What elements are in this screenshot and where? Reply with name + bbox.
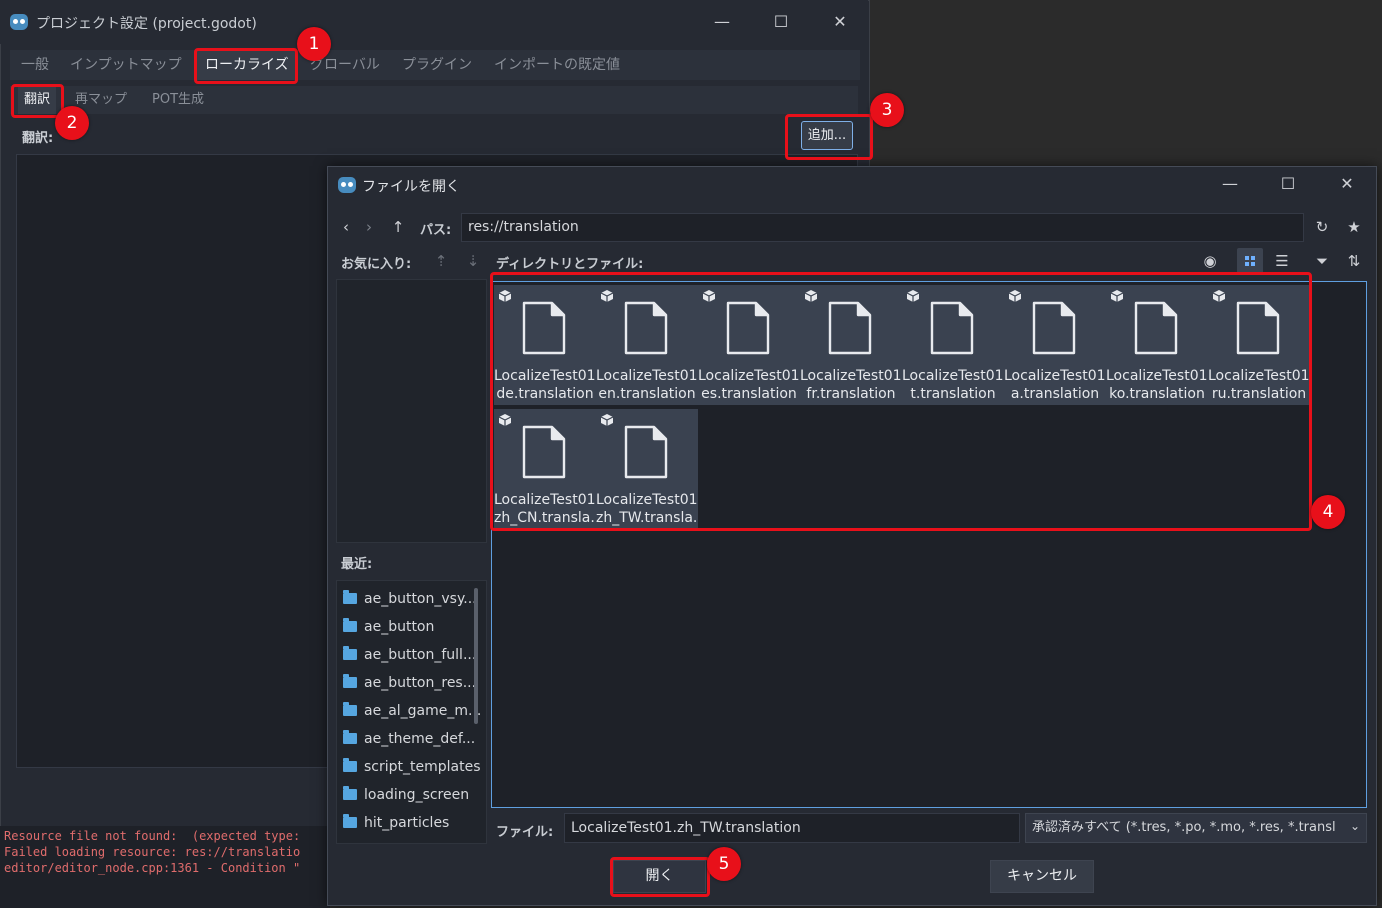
recent-item[interactable]: ae_button_vsy... — [343, 588, 477, 610]
cancel-button[interactable]: キャンセル — [990, 860, 1094, 893]
godot-logo-icon — [338, 177, 356, 193]
subtab-pot-generation[interactable]: POT生成 — [152, 86, 204, 114]
highlight-localization-tab — [194, 48, 298, 84]
recent-item[interactable]: ae_al_game_m... — [343, 700, 481, 722]
godot-logo-icon — [10, 14, 28, 30]
recent-item-label: ae_theme_def... — [364, 731, 476, 747]
favorites-label: お気に入り: — [341, 257, 412, 272]
console-line: Resource file not found: (expected type: — [4, 829, 301, 843]
back-icon[interactable]: ‹ — [336, 216, 356, 238]
recent-item-label: ae_button — [364, 619, 435, 635]
filename-input[interactable]: LocalizeTest01.zh_TW.translation — [564, 813, 1020, 843]
step-badge-5: 5 — [707, 847, 741, 881]
highlight-translations-subtab — [11, 84, 64, 118]
folder-icon — [343, 730, 357, 744]
tab-input-map[interactable]: インプットマップ — [70, 50, 182, 80]
recent-item-label: ae_button_vsy... — [364, 591, 477, 607]
tab-import-defaults[interactable]: インポートの既定値 — [494, 50, 620, 80]
forward-icon[interactable]: › — [359, 216, 379, 238]
console-line: Failed loading resource: res://translati… — [4, 845, 301, 859]
maximize-icon[interactable]: ☐ — [1276, 174, 1300, 194]
recent-item[interactable]: ae_button_full... — [343, 644, 476, 666]
file-label: ファイル: — [496, 825, 554, 840]
up-directory-icon[interactable]: ↑ — [388, 216, 408, 238]
grid-view-button[interactable] — [1237, 248, 1263, 274]
minimize-icon[interactable]: — — [710, 12, 734, 32]
folder-icon — [343, 590, 357, 604]
folder-icon — [343, 618, 357, 632]
recent-item-label: script_templates — [364, 759, 481, 775]
show-hidden-icon[interactable]: ◉ — [1200, 250, 1220, 272]
recent-item[interactable]: ae_button — [343, 616, 434, 638]
step-badge-2: 2 — [55, 106, 89, 140]
highlight-add-button — [785, 114, 873, 160]
recent-panel[interactable]: ae_button_vsy... ae_button ae_button_ful… — [336, 580, 487, 844]
highlight-open-button — [610, 857, 710, 897]
maximize-icon[interactable]: ☐ — [769, 12, 793, 32]
recent-label: 最近: — [341, 557, 373, 572]
recent-item-label: hit_particles — [364, 815, 450, 831]
recent-item-label: ae_button_res... — [364, 675, 477, 691]
folder-icon — [343, 786, 357, 800]
recent-item[interactable]: loading_screen — [343, 784, 469, 806]
refresh-icon[interactable]: ↻ — [1312, 216, 1332, 238]
path-input[interactable]: res://translation — [461, 213, 1304, 242]
recent-item-label: ae_button_full... — [364, 647, 477, 663]
dialog-title: ファイルを開く — [362, 179, 460, 195]
folder-icon — [343, 814, 357, 828]
directories-files-label: ディレクトリとファイル: — [496, 257, 644, 272]
close-icon[interactable]: ✕ — [828, 12, 852, 32]
console-line: editor/editor_node.cpp:1361 - Condition … — [4, 861, 301, 875]
project-settings-title: プロジェクト設定 (project.godot) — [36, 16, 257, 32]
tab-general[interactable]: 一般 — [21, 50, 49, 80]
recent-item[interactable]: hit_particles — [343, 812, 449, 834]
tab-plugins[interactable]: プラグイン — [402, 50, 472, 80]
folder-icon — [343, 646, 357, 660]
minimize-icon[interactable]: — — [1218, 174, 1242, 194]
list-view-icon[interactable]: ☰ — [1272, 250, 1292, 272]
recent-item[interactable]: script_templates — [343, 756, 481, 778]
grid-view-icon — [1245, 256, 1255, 266]
step-badge-1: 1 — [297, 27, 331, 61]
close-icon[interactable]: ✕ — [1335, 174, 1359, 194]
recent-scrollbar[interactable] — [474, 588, 478, 724]
favorites-panel[interactable] — [336, 279, 487, 543]
folder-icon — [343, 758, 357, 772]
filter-icon[interactable]: ⏷ — [1312, 250, 1332, 272]
recent-item-label: ae_al_game_m... — [364, 703, 482, 719]
highlight-translation-files — [490, 272, 1312, 531]
move-up-icon[interactable]: ⇡ — [431, 250, 451, 272]
recent-item[interactable]: ae_button_res... — [343, 672, 476, 694]
favorite-star-icon[interactable]: ★ — [1344, 216, 1364, 238]
translations-label: 翻訳: — [22, 131, 54, 146]
step-badge-3: 3 — [870, 93, 904, 127]
output-console: Resource file not found: (expected type:… — [0, 826, 330, 908]
chevron-down-icon: ⌄ — [1350, 819, 1361, 833]
step-badge-4: 4 — [1311, 495, 1345, 529]
recent-item-label: loading_screen — [364, 787, 470, 803]
sort-icon[interactable]: ⇅ — [1344, 250, 1364, 272]
localization-subtabbar — [10, 86, 858, 114]
move-down-icon[interactable]: ⇣ — [463, 250, 483, 272]
folder-icon — [343, 674, 357, 688]
path-label: パス: — [420, 223, 452, 238]
recent-item[interactable]: ae_theme_def... — [343, 728, 475, 750]
file-type-filter-select[interactable]: 承認済みすべて (*.tres, *.po, *.mo, *.res, *.tr… — [1025, 813, 1367, 843]
folder-icon — [343, 702, 357, 716]
